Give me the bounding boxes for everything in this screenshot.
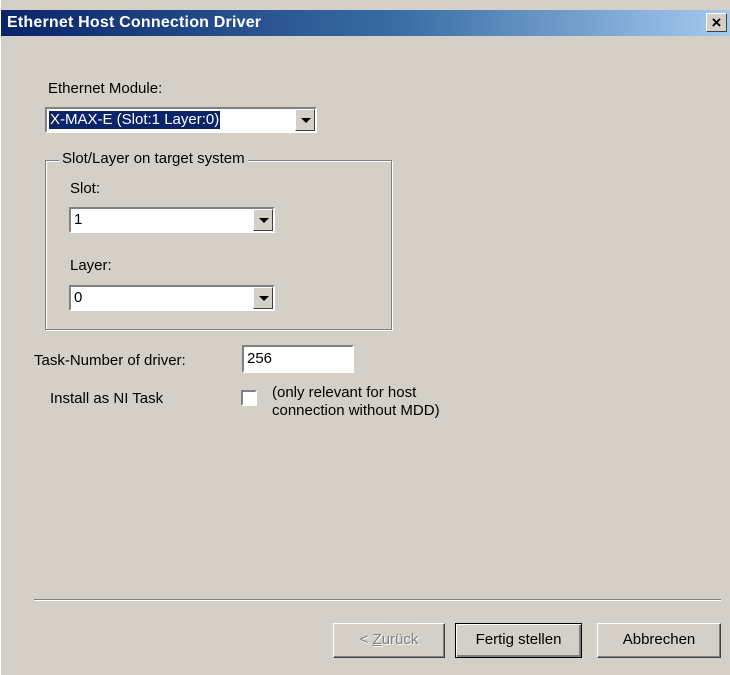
layer-value: 0 bbox=[74, 289, 83, 306]
install-ni-task-note-line1: (only relevant for host bbox=[272, 384, 417, 401]
close-icon: × bbox=[711, 13, 722, 32]
back-button-rest: urück bbox=[381, 631, 419, 648]
slot-dropdown[interactable]: 1 bbox=[69, 207, 275, 233]
slot-value: 1 bbox=[74, 211, 83, 228]
chevron-down-icon[interactable] bbox=[253, 209, 273, 231]
cancel-button[interactable]: Abbrechen bbox=[597, 623, 721, 658]
chevron-down-icon[interactable] bbox=[295, 109, 315, 131]
task-number-label: Task-Number of driver: bbox=[34, 352, 186, 369]
layer-label: Layer: bbox=[70, 257, 112, 274]
ethernet-module-dropdown[interactable]: X-MAX-E (Slot:1 Layer:0) bbox=[45, 107, 317, 133]
slot-label: Slot: bbox=[70, 180, 101, 197]
back-button[interactable]: < Zurück bbox=[333, 623, 445, 658]
chevron-down-icon[interactable] bbox=[253, 287, 273, 309]
layer-dropdown[interactable]: 0 bbox=[69, 285, 275, 311]
install-ni-task-checkbox[interactable] bbox=[241, 390, 257, 406]
close-button[interactable]: × bbox=[706, 13, 727, 32]
dialog-window: Ethernet Host Connection Driver × Ethern… bbox=[0, 0, 730, 675]
ethernet-module-label: Ethernet Module: bbox=[48, 80, 163, 97]
ethernet-module-value: X-MAX-E (Slot:1 Layer:0) bbox=[49, 111, 221, 129]
install-ni-task-note-line2: connection without MDD) bbox=[272, 402, 440, 419]
task-number-input[interactable]: 256 bbox=[242, 345, 354, 373]
footer-separator bbox=[34, 599, 721, 601]
finish-button[interactable]: Fertig stellen bbox=[455, 623, 582, 658]
window-title: Ethernet Host Connection Driver bbox=[7, 14, 262, 31]
slot-layer-group-legend: Slot/Layer on target system bbox=[59, 150, 248, 167]
back-button-prefix: < bbox=[359, 631, 373, 648]
title-bar[interactable]: Ethernet Host Connection Driver × bbox=[1, 10, 730, 36]
install-ni-task-label: Install as NI Task bbox=[50, 390, 164, 407]
back-button-mnemonic: Z bbox=[372, 631, 382, 648]
